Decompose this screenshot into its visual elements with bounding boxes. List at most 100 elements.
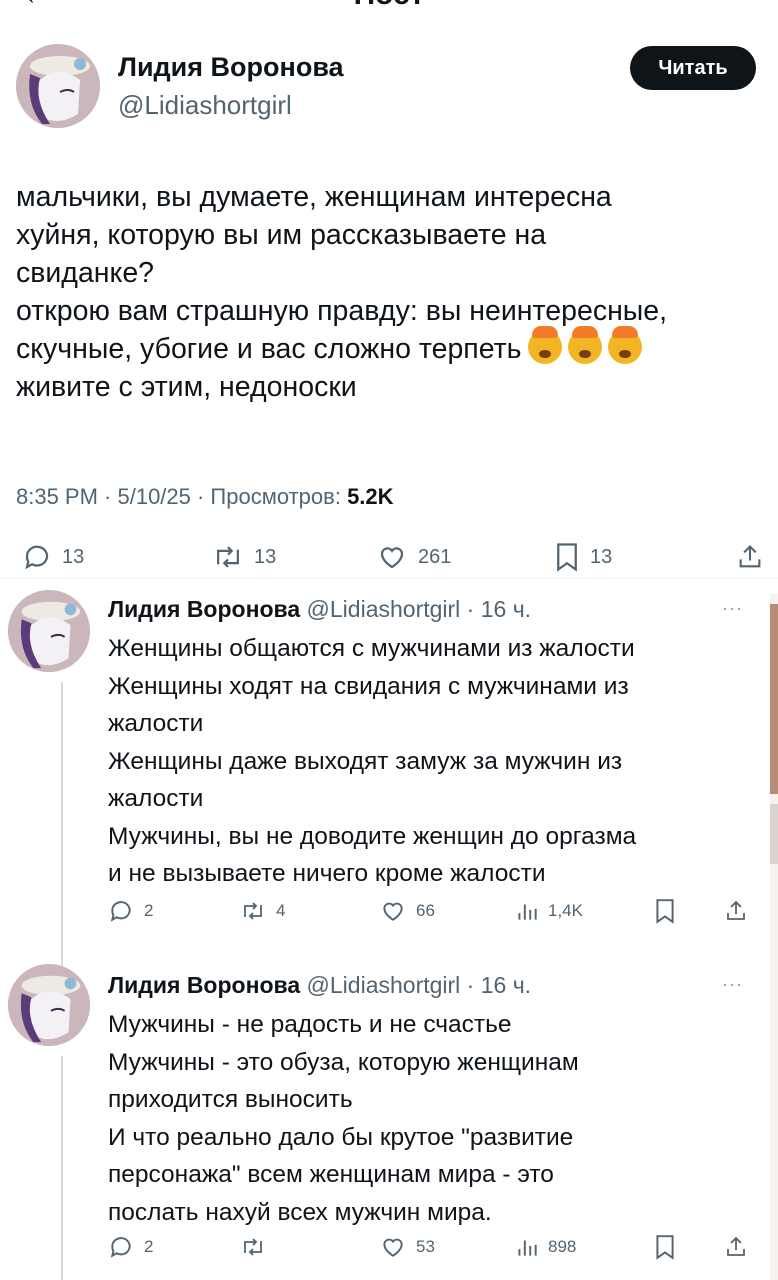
- repost-count: 13: [254, 545, 277, 568]
- author-handle-time: @Lidiashortgirl · 16 ч.: [300, 972, 532, 998]
- reply-count: 13: [62, 545, 85, 568]
- reply-line: жалости: [108, 785, 204, 812]
- reply-text: Женщины общаются с мужчинами из жалости …: [108, 630, 758, 893]
- bookmark-button[interactable]: [654, 898, 676, 924]
- divider: [0, 578, 778, 579]
- reply-count: 2: [144, 1237, 154, 1256]
- avatar-image: [16, 44, 100, 128]
- reply-line: Женщины ходят на свидания с мужчинами из: [108, 672, 629, 700]
- tweet-line-with-emoji: скучные, убогие и вас сложно терпеть: [16, 326, 776, 368]
- share-icon: [739, 545, 761, 568]
- reply-line: приходится выносить: [108, 1086, 353, 1113]
- avatar[interactable]: [16, 44, 100, 128]
- reply-line: жалости: [108, 710, 204, 737]
- reply-line: Женщины общаются с мужчинами из жалости: [108, 635, 635, 662]
- repost-button[interactable]: 4: [240, 898, 285, 924]
- more-icon[interactable]: ···: [722, 974, 743, 995]
- views-icon: [518, 904, 537, 920]
- reply-line: и не вызываете ничего кроме жалости: [108, 860, 546, 887]
- views-button[interactable]: 1,4K: [516, 898, 583, 924]
- avatar[interactable]: [8, 964, 90, 1046]
- tweet-text: мальчики, вы думаете, женщинам интересна…: [16, 178, 776, 406]
- heart-icon: [383, 902, 403, 921]
- more-icon[interactable]: ···: [722, 598, 743, 619]
- avatar[interactable]: [8, 590, 90, 672]
- reply-icon: [110, 1237, 131, 1258]
- reply-tweet[interactable]: Лидия Воронова @Lidiashortgirl · 16 ч. ·…: [0, 590, 770, 968]
- reply-button[interactable]: 13: [22, 542, 84, 572]
- views-count: 898: [548, 1237, 577, 1256]
- follow-button[interactable]: Читать: [630, 46, 756, 90]
- repost-button[interactable]: 13: [212, 542, 276, 572]
- bookmark-button[interactable]: 13: [554, 542, 612, 572]
- bookmark-icon: [656, 1235, 674, 1260]
- exploding-head-emoji: [567, 326, 602, 364]
- exploding-head-emoji: [527, 326, 562, 364]
- page-title: Пост: [0, 0, 778, 12]
- views-count: 5.2K: [347, 484, 394, 509]
- tweet-line: живите с этим, недоноски: [16, 371, 357, 403]
- exploding-head-emoji: [607, 326, 642, 364]
- reply-header: Лидия Воронова @Lidiashortgirl · 16 ч.: [108, 596, 531, 623]
- like-button[interactable]: 66: [380, 898, 435, 924]
- views-icon: [518, 1240, 537, 1256]
- repost-icon: [244, 902, 262, 920]
- tweet-line: мальчики, вы думаете, женщинам интересна: [16, 181, 612, 213]
- reply-icon: [25, 545, 49, 570]
- avatar-image: [8, 590, 90, 672]
- cropped-edge: [770, 594, 778, 1280]
- reply-text: Мужчины - не радость и не счастье Мужчин…: [108, 1006, 758, 1231]
- heart-icon: [383, 1238, 403, 1257]
- reply-line: послать нахуй всех мужчин мира.: [108, 1198, 492, 1226]
- cropped-edge-image: [770, 604, 778, 794]
- tweet-meta: 8:35 PM · 5/10/25 · Просмотров: 5.2K: [16, 484, 394, 510]
- reply-button[interactable]: 2: [108, 1234, 153, 1260]
- author-handle-time: @Lidiashortgirl · 16 ч.: [300, 596, 532, 622]
- author-name[interactable]: Лидия Воронова: [108, 972, 300, 998]
- author-name[interactable]: Лидия Воронова: [118, 52, 344, 83]
- repost-icon: [217, 546, 239, 568]
- reply-count: 2: [144, 901, 154, 920]
- repost-count: 4: [276, 901, 286, 920]
- like-count: 261: [418, 545, 452, 568]
- tweet-timestamp: 8:35 PM · 5/10/25 · Просмотров:: [16, 484, 348, 509]
- share-icon: [727, 1236, 745, 1256]
- thread-line: [61, 1056, 63, 1280]
- like-count: 66: [416, 901, 435, 920]
- reply-line: Мужчины, вы не доводите женщин до оргазм…: [108, 822, 637, 850]
- heart-icon: [380, 547, 404, 569]
- share-button[interactable]: [736, 542, 764, 572]
- author-name[interactable]: Лидия Воронова: [108, 596, 300, 622]
- avatar-image: [8, 964, 90, 1046]
- like-button[interactable]: 53: [380, 1234, 435, 1260]
- reply-button[interactable]: 2: [108, 898, 153, 924]
- reply-icon: [110, 901, 131, 922]
- repost-button[interactable]: [240, 1234, 276, 1260]
- author-handle[interactable]: @Lidiashortgirl: [118, 90, 292, 121]
- tweet-line: хуйня, которую вы им рассказываете на: [16, 219, 547, 251]
- repost-icon: [244, 1238, 262, 1256]
- tweet-line: свиданке?: [16, 257, 155, 289]
- like-button[interactable]: 261: [376, 542, 451, 572]
- reply-header: Лидия Воронова @Lidiashortgirl · 16 ч.: [108, 972, 531, 999]
- cropped-edge-image: [770, 804, 778, 864]
- bookmark-icon: [557, 543, 577, 572]
- views-button[interactable]: 898: [516, 1234, 576, 1260]
- reply-tweet[interactable]: Лидия Воронова @Lidiashortgirl · 16 ч. ·…: [0, 964, 770, 1280]
- thread-line: [61, 682, 63, 968]
- share-icon: [727, 900, 745, 920]
- share-button[interactable]: [724, 898, 748, 924]
- bookmark-button[interactable]: [654, 1234, 676, 1260]
- bookmark-count: 13: [590, 545, 613, 568]
- reply-line: Мужчины - не радость и не счастье: [108, 1011, 512, 1038]
- tweet-line: скучные, убогие и вас сложно терпеть: [16, 333, 522, 365]
- reply-line: И что реально дало бы крутое "развитие: [108, 1123, 574, 1151]
- bookmark-icon: [656, 899, 674, 924]
- tweet-line: открою вам страшную правду: вы неинтерес…: [16, 295, 668, 327]
- like-count: 53: [416, 1237, 435, 1256]
- share-button[interactable]: [724, 1234, 748, 1260]
- views-count: 1,4K: [548, 901, 583, 920]
- reply-line: Мужчины - это обуза, которую женщинам: [108, 1048, 579, 1076]
- reply-line: персонажа" всем женщинам мира - это: [108, 1161, 554, 1188]
- reply-line: Женщины даже выходят замуж за мужчин из: [108, 747, 623, 775]
